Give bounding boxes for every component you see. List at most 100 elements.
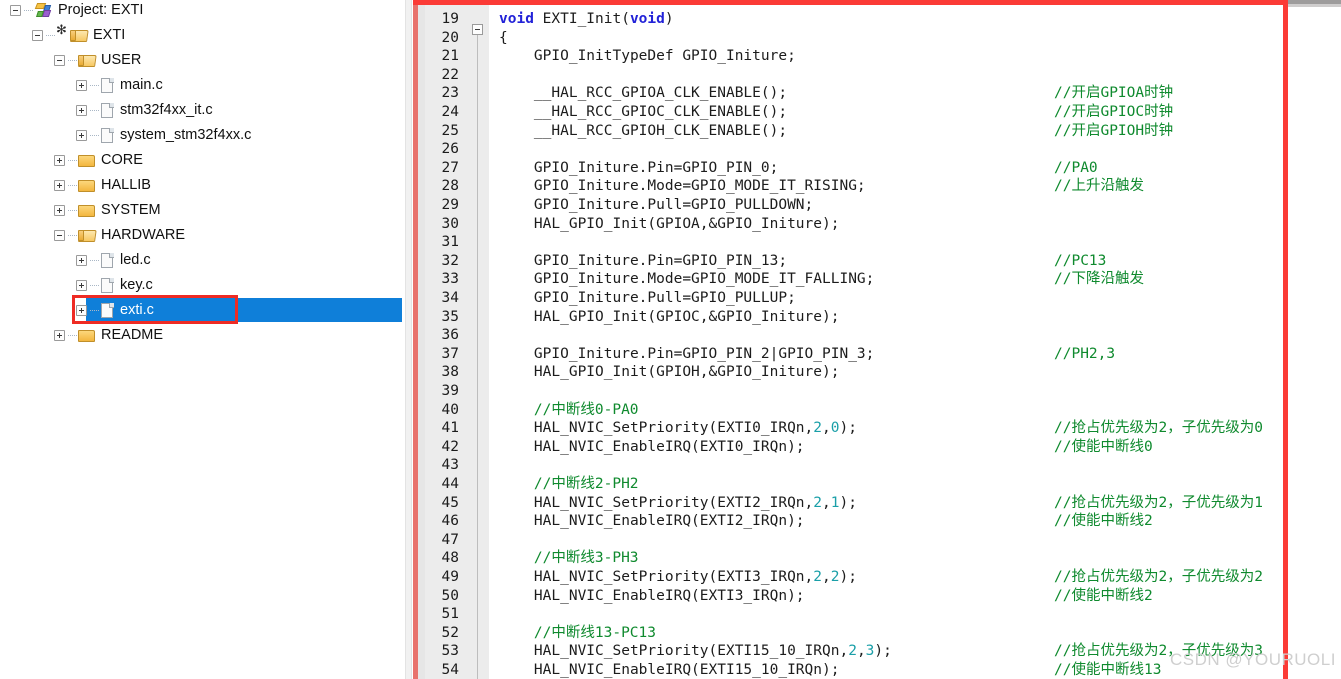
code-line[interactable]: HAL_NVIC_EnableIRQ(EXTI15_10_IRQn); xyxy=(499,661,840,679)
line-number: 33 xyxy=(441,271,459,288)
code-line[interactable]: HAL_NVIC_SetPriority(EXTI2_IRQn,2,1); xyxy=(499,494,857,513)
line-number: 45 xyxy=(441,494,459,511)
tree-connector-line xyxy=(68,184,77,187)
file-icon xyxy=(100,77,115,94)
tree-item-system-stm32f4xx-c[interactable]: system_stm32f4xx.c xyxy=(76,123,251,148)
code-line[interactable]: GPIO_Initure.Pull=GPIO_PULLUP; xyxy=(499,289,796,308)
fold-collapse-icon[interactable] xyxy=(472,24,483,35)
code-comment[interactable]: //使能中断线13 xyxy=(1054,661,1161,679)
code-line[interactable]: HAL_NVIC_SetPriority(EXTI0_IRQn,2,0); xyxy=(499,419,857,438)
expand-plus-icon[interactable] xyxy=(76,255,87,266)
code-comment[interactable]: //使能中断线0 xyxy=(1054,438,1153,457)
code-line[interactable]: HAL_NVIC_EnableIRQ(EXTI3_IRQn); xyxy=(499,587,805,606)
code-line[interactable]: GPIO_Initure.Mode=GPIO_MODE_IT_RISING; xyxy=(499,177,866,196)
tree-item-led-c[interactable]: led.c xyxy=(76,248,151,273)
pane-splitter[interactable] xyxy=(404,0,425,679)
code-line[interactable]: HAL_GPIO_Init(GPIOA,&GPIO_Initure); xyxy=(499,215,840,234)
tree-item-readme[interactable]: README xyxy=(54,323,163,348)
file-icon xyxy=(100,102,115,119)
expand-plus-icon[interactable] xyxy=(76,130,87,141)
expand-plus-icon[interactable] xyxy=(76,105,87,116)
collapse-minus-icon[interactable] xyxy=(32,30,43,41)
code-comment[interactable]: //开启GPIOA时钟 xyxy=(1054,84,1173,103)
window-toolbar-right-sliver xyxy=(1288,4,1341,7)
code-comment[interactable]: //抢占优先级为2，子优先级为0 xyxy=(1054,419,1263,438)
project-tree-pane[interactable]: Project: EXTI EXTI USER main.c stm32f4xx_it.… xyxy=(0,0,404,679)
tree-connector-line xyxy=(90,84,99,87)
code-comment[interactable]: //使能中断线2 xyxy=(1054,587,1153,606)
code-comment[interactable]: //抢占优先级为2，子优先级为1 xyxy=(1054,494,1263,513)
code-comment[interactable]: //上升沿触发 xyxy=(1054,177,1144,196)
code-line[interactable]: GPIO_InitTypeDef GPIO_Initure; xyxy=(499,47,796,66)
collapse-minus-icon[interactable] xyxy=(54,230,65,241)
code-line[interactable]: GPIO_Initure.Pin=GPIO_PIN_2|GPIO_PIN_3; xyxy=(499,345,874,364)
file-icon xyxy=(100,277,115,294)
target-icon xyxy=(56,23,69,42)
tree-item-stm32f4xx-it-c[interactable]: stm32f4xx_it.c xyxy=(76,98,213,123)
line-number: 44 xyxy=(441,476,459,492)
code-comment[interactable]: //下降沿触发 xyxy=(1054,270,1144,289)
code-line[interactable]: HAL_NVIC_EnableIRQ(EXTI2_IRQn); xyxy=(499,512,805,531)
ide-window: Project: EXTI EXTI USER main.c stm32f4xx_it.… xyxy=(0,0,1341,679)
code-line[interactable]: void EXTI_Init(void) xyxy=(499,10,674,29)
code-line[interactable]: GPIO_Initure.Pin=GPIO_PIN_13; xyxy=(499,252,787,271)
code-comment[interactable]: //开启GPIOH时钟 xyxy=(1054,122,1173,141)
target-folder-icon xyxy=(56,23,93,48)
code-line[interactable]: HAL_NVIC_EnableIRQ(EXTI0_IRQn); xyxy=(499,438,805,457)
tree-item-core[interactable]: CORE xyxy=(54,148,143,173)
code-comment[interactable]: //PC13 xyxy=(1054,252,1106,271)
expand-plus-icon[interactable] xyxy=(76,80,87,91)
code-line[interactable]: HAL_GPIO_Init(GPIOH,&GPIO_Initure); xyxy=(499,363,840,382)
expand-plus-icon[interactable] xyxy=(54,180,65,191)
code-comment[interactable]: //PH2,3 xyxy=(1054,345,1115,364)
code-line[interactable]: __HAL_RCC_GPIOC_CLK_ENABLE(); xyxy=(499,103,787,122)
expand-plus-icon[interactable] xyxy=(76,280,87,291)
code-folding-gutter[interactable] xyxy=(467,4,489,679)
code-comment[interactable]: //开启GPIOC时钟 xyxy=(1054,103,1173,122)
code-comment[interactable]: //抢占优先级为2，子优先级为2 xyxy=(1054,568,1263,587)
expand-plus-icon[interactable] xyxy=(54,155,65,166)
editor-outer-gutter xyxy=(418,4,425,679)
code-line[interactable]: __HAL_RCC_GPIOA_CLK_ENABLE(); xyxy=(499,84,787,103)
code-comment[interactable]: //使能中断线2 xyxy=(1054,512,1153,531)
expand-plus-icon[interactable] xyxy=(54,330,65,341)
tree-item-user[interactable]: USER xyxy=(54,48,141,73)
line-number: 46 xyxy=(441,513,459,530)
project-icon xyxy=(34,2,54,19)
line-number: 21 xyxy=(441,48,459,65)
tree-item-hallib[interactable]: HALLIB xyxy=(54,173,151,198)
code-comment[interactable]: //PA0 xyxy=(1054,159,1098,178)
line-number: 39 xyxy=(441,383,459,399)
tree-item-project-exti[interactable]: Project: EXTI xyxy=(10,0,143,23)
tree-connector-line xyxy=(90,109,99,112)
code-line[interactable]: GPIO_Initure.Mode=GPIO_MODE_IT_FALLING; xyxy=(499,270,874,289)
line-number: 30 xyxy=(441,215,459,232)
expand-plus-icon[interactable] xyxy=(54,205,65,216)
code-line[interactable]: __HAL_RCC_GPIOH_CLK_ENABLE(); xyxy=(499,122,787,141)
code-line[interactable]: HAL_NVIC_SetPriority(EXTI15_10_IRQn,2,3)… xyxy=(499,642,892,661)
code-line[interactable]: GPIO_Initure.Pull=GPIO_PULLDOWN; xyxy=(499,196,813,215)
line-number: 19 xyxy=(441,11,459,27)
code-line[interactable]: //中断线0-PA0 xyxy=(499,401,639,420)
line-number: 53 xyxy=(441,643,459,660)
tree-item-system[interactable]: SYSTEM xyxy=(54,198,161,223)
code-line[interactable]: HAL_NVIC_SetPriority(EXTI3_IRQn,2,2); xyxy=(499,568,857,587)
code-line[interactable]: HAL_GPIO_Init(GPIOC,&GPIO_Initure); xyxy=(499,308,840,327)
code-line[interactable]: //中断线2-PH2 xyxy=(499,475,639,494)
vertical-scrollbar-track[interactable] xyxy=(405,0,412,679)
code-line[interactable]: GPIO_Initure.Pin=GPIO_PIN_0; xyxy=(499,159,778,178)
tree-item-main-c[interactable]: main.c xyxy=(76,73,163,98)
tree-item-exti[interactable]: EXTI xyxy=(32,23,125,48)
code-editor[interactable]: 19 20 21 22 23 24 25 26 27 28 29 30 31 32 33 34 35 36 37 38… xyxy=(425,4,1285,679)
code-line[interactable]: { xyxy=(499,29,508,48)
collapse-minus-icon[interactable] xyxy=(54,55,65,66)
code-line[interactable]: //中断线3-PH3 xyxy=(499,549,639,568)
annotation-box-right-edge xyxy=(1283,0,1288,679)
line-number: 27 xyxy=(441,159,459,176)
tree-item-hardware[interactable]: HARDWARE xyxy=(54,223,185,248)
code-text-area[interactable]: void EXTI_Init(void){ GPIO_InitTypeDef G… xyxy=(489,4,1285,679)
code-line[interactable]: //中断线13-PC13 xyxy=(499,624,656,643)
line-number: 41 xyxy=(441,420,459,437)
collapse-minus-icon[interactable] xyxy=(10,5,21,16)
line-number: 36 xyxy=(441,327,459,344)
